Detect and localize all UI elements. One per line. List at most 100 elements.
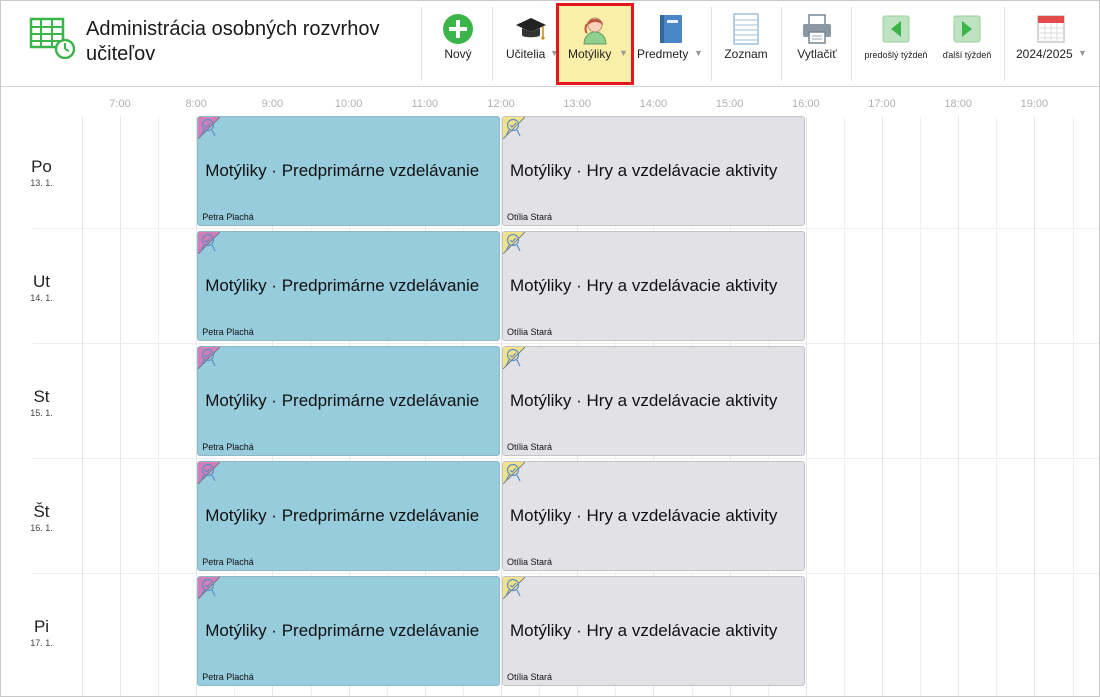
day-row-divider [33, 228, 1099, 229]
day-name: Pi [33, 617, 50, 636]
day-label: Pi 17. 1. [1, 617, 82, 649]
hour-label: 19:00 [1020, 98, 1049, 110]
half-hour-gridline [843, 116, 845, 696]
lesson-card-preprimary[interactable]: Motýliky · Predprimárne vzdelávanie Petra… [197, 231, 500, 341]
lesson-type-icon [503, 117, 525, 139]
hour-gridline [1034, 116, 1036, 696]
previous-week-button[interactable]: predošlý týždeň [859, 5, 933, 83]
half-hour-gridline [996, 116, 998, 696]
list-document-icon [733, 13, 759, 45]
lesson-type-icon [198, 232, 221, 254]
lesson-teacher: Otília Stará [507, 212, 553, 222]
hour-label: 18:00 [944, 98, 972, 110]
list-button[interactable]: Zoznam [718, 5, 774, 83]
lesson-type-icon [503, 347, 525, 369]
half-hour-gridline [158, 116, 160, 696]
lesson-card-games-activities[interactable]: Motýliky · Hry a vzdelávacie aktivity Otí… [502, 461, 805, 571]
lesson-title: Motýliky · Hry a vzdelávacie aktivity [510, 621, 778, 640]
next-week-button[interactable]: ďalší týždeň [936, 5, 998, 83]
lesson-type-icon [198, 462, 221, 484]
teachers-label: Učitelia [506, 47, 546, 61]
hour-label: 12:00 [487, 98, 515, 110]
book-icon [660, 15, 682, 43]
lesson-card-preprimary[interactable]: Motýliky · Predprimárne vzdelávanie Petra… [197, 346, 500, 456]
lesson-card-games-activities[interactable]: Motýliky · Hry a vzdelávacie aktivity Otí… [502, 346, 805, 456]
day-label: Po 13. 1. [1, 157, 82, 189]
hour-label: 11:00 [411, 98, 439, 110]
lesson-card-games-activities[interactable]: Motýliky · Hry a vzdelávacie aktivity Otí… [502, 116, 805, 226]
lesson-type-icon [503, 232, 525, 254]
lesson-card-games-activities[interactable]: Motýliky · Hry a vzdelávacie aktivity Otí… [502, 576, 805, 686]
lesson-teacher: Otília Stará [507, 557, 553, 567]
app-window: Administrácia osobných rozvrhov učiteľov… [0, 0, 1100, 697]
hour-label: 8:00 [185, 98, 207, 110]
lesson-card-preprimary[interactable]: Motýliky · Predprimárne vzdelávanie Petra… [197, 116, 500, 226]
lesson-title: Motýliky · Hry a vzdelávacie aktivity [510, 391, 778, 410]
lesson-teacher: Otília Stará [507, 442, 553, 452]
lesson-type-icon [198, 347, 221, 369]
previous-week-label: predošlý týždeň [864, 50, 928, 60]
subjects-label: Predmety [637, 47, 689, 61]
list-label: Zoznam [724, 47, 768, 61]
toolbar-divider [492, 7, 493, 81]
hour-gridline [958, 116, 960, 696]
child-avatar-icon [583, 17, 607, 45]
day-name: Ut [33, 272, 50, 291]
day-name: St [33, 387, 50, 406]
chevron-down-icon: ▼ [1078, 48, 1087, 58]
lesson-card-preprimary[interactable]: Motýliky · Predprimárne vzdelávanie Petra… [197, 576, 500, 686]
toolbar-divider [1004, 7, 1005, 81]
lesson-type-icon [198, 117, 221, 139]
print-button[interactable]: Vytlačiť [789, 5, 845, 83]
lesson-type-icon [198, 577, 221, 599]
hour-label: 13:00 [563, 98, 591, 110]
new-button[interactable]: Nový [433, 5, 483, 83]
lesson-teacher: Otília Stará [507, 672, 553, 682]
lesson-title: Motýliky · Hry a vzdelávacie aktivity [510, 161, 778, 180]
lesson-title: Motýliky · Predprimárne vzdelávanie [205, 621, 480, 640]
timetable-clock-icon [29, 17, 75, 59]
calendar-icon [1037, 15, 1065, 43]
lesson-type-icon [503, 577, 525, 599]
lesson-type-icon [503, 462, 525, 484]
subjects-dropdown[interactable]: Predmety ▼ [634, 5, 706, 83]
arrow-left-icon [882, 15, 910, 43]
next-week-label: ďalší týždeň [942, 50, 992, 60]
day-date: 14. 1. [30, 293, 53, 303]
lesson-title: Motýliky · Predprimárne vzdelávanie [205, 161, 480, 180]
hour-label: 10:00 [334, 98, 363, 110]
lesson-title: Motýliky · Predprimárne vzdelávanie [205, 391, 480, 410]
chevron-down-icon: ▼ [619, 48, 628, 58]
hour-label: 15:00 [715, 98, 744, 110]
arrow-right-icon [953, 15, 981, 43]
lesson-card-games-activities[interactable]: Motýliky · Hry a vzdelávacie aktivity Otí… [502, 231, 805, 341]
teachers-dropdown[interactable]: Učitelia ▼ [501, 5, 561, 83]
toolbar-divider [421, 7, 422, 81]
lesson-title: Motýliky · Predprimárne vzdelávanie [205, 506, 480, 525]
day-row-divider [33, 458, 1099, 459]
lesson-card-preprimary[interactable]: Motýliky · Predprimárne vzdelávanie Petra… [197, 461, 500, 571]
chevron-down-icon: ▼ [694, 48, 703, 58]
lesson-teacher: Petra Plachá [202, 442, 254, 452]
class-label: Motýliky [568, 47, 612, 61]
hour-label: 17:00 [868, 98, 896, 110]
hour-label: 14:00 [639, 98, 668, 110]
day-label: Ut 14. 1. [1, 272, 82, 304]
hour-gridline [882, 116, 883, 696]
page-title: Administrácia osobných rozvrhov učiteľov [86, 18, 380, 65]
hour-gridline [805, 116, 807, 696]
day-date: 17. 1. [30, 638, 53, 648]
lesson-teacher: Otília Stará [507, 327, 553, 337]
lesson-title: Motýliky · Hry a vzdelávacie aktivity [510, 506, 778, 525]
school-year-dropdown[interactable]: 2024/2025 ▼ [1011, 5, 1091, 83]
day-date: 16. 1. [30, 523, 53, 533]
toolbar-divider [711, 7, 712, 81]
day-row-divider [33, 343, 1099, 344]
hour-gridline [120, 116, 121, 696]
day-label: St 15. 1. [1, 387, 82, 419]
hour-label: 9:00 [261, 98, 284, 110]
lesson-teacher: Petra Plachá [202, 672, 254, 682]
class-dropdown-motyliky[interactable]: Motýliky ▼ [556, 3, 634, 85]
new-button-label: Nový [444, 47, 472, 61]
half-hour-gridline [1072, 116, 1074, 696]
